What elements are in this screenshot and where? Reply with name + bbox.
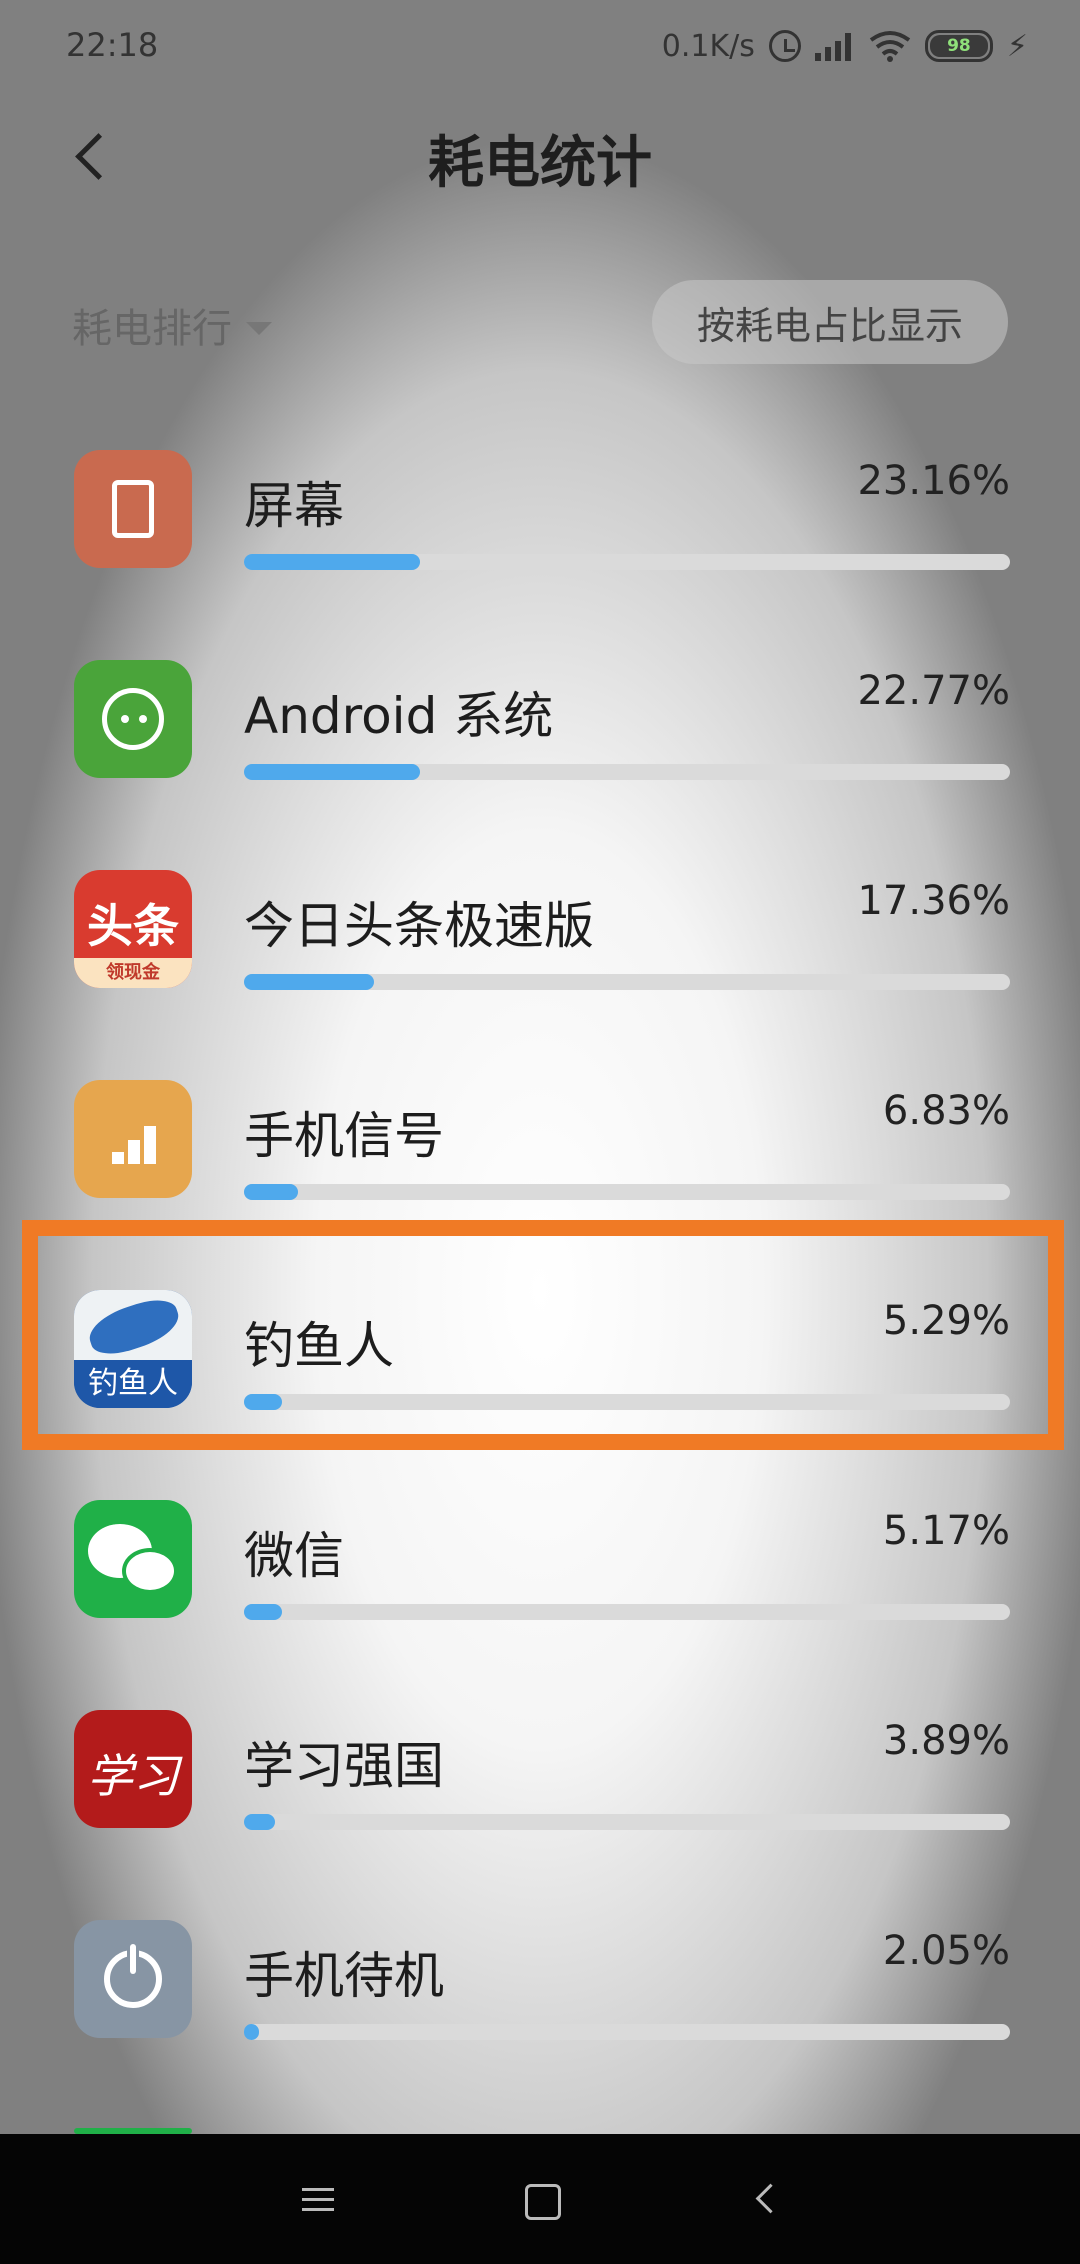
app-name: 屏幕 [244, 477, 344, 535]
usage-bar [244, 1814, 1010, 1830]
signal-icon [814, 31, 855, 61]
usage-bar-fill [244, 764, 420, 780]
toutiao-icon-text: 头条 [87, 899, 179, 953]
usage-percent: 2.05% [882, 1928, 1010, 1974]
network-speed: 0.1K/s [661, 28, 755, 64]
xuexi-icon: 学习 [74, 1710, 192, 1828]
xuexi-icon-text: 学习 [87, 1749, 179, 1803]
back-icon[interactable] [730, 2164, 800, 2234]
app-name: 今日头条极速版 [244, 897, 594, 955]
usage-row-screen[interactable]: 屏幕 23.16% [0, 450, 1080, 660]
usage-percent: 23.16% [857, 458, 1010, 504]
sort-dropdown-label: 耗电排行 [72, 306, 232, 352]
cellular-signal-icon [74, 1080, 192, 1198]
usage-bar [244, 1184, 1010, 1200]
battery-icon: 98 [924, 30, 993, 62]
charging-icon: ⚡ [1006, 28, 1028, 64]
screen-icon [74, 450, 192, 568]
app-name: 手机待机 [244, 1947, 444, 2005]
alarm-icon [768, 30, 801, 62]
wifi-icon [869, 31, 911, 62]
usage-bar-fill [244, 1814, 275, 1830]
chevron-down-icon [246, 321, 272, 335]
toutiao-icon-badge: 领现金 [74, 958, 192, 988]
usage-bar [244, 1604, 1010, 1620]
app-name: 手机信号 [244, 1107, 444, 1165]
app-name: 学习强国 [244, 1737, 444, 1795]
android-icon [74, 660, 192, 778]
usage-bar-fill [244, 2024, 259, 2040]
usage-bar [244, 554, 1010, 570]
usage-percent: 17.36% [857, 878, 1010, 924]
highlight-box [22, 1220, 1064, 1450]
usage-row-xuexi[interactable]: 学习 学习强国 3.89% [0, 1710, 1080, 1920]
menu-icon[interactable] [282, 2164, 352, 2234]
app-name: 微信 [244, 1527, 344, 1585]
sort-dropdown[interactable]: 耗电排行 [72, 296, 272, 354]
usage-bar-fill [244, 1184, 298, 1200]
toutiao-icon: 头条 领现金 [74, 870, 192, 988]
navigation-bar [0, 2134, 1080, 2264]
app-name: Android 系统 [244, 687, 554, 745]
usage-bar [244, 974, 1010, 990]
power-icon [74, 1920, 192, 2038]
usage-row-standby[interactable]: 手机待机 2.05% [0, 1920, 1080, 2130]
wechat-icon [74, 1500, 192, 1618]
usage-bar-fill [244, 974, 374, 990]
usage-percent: 22.77% [857, 668, 1010, 714]
status-icons: 0.1K/s 98 ⚡ [662, 24, 1028, 68]
status-time: 22:18 [66, 26, 159, 64]
usage-row-wechat[interactable]: 微信 5.17% [0, 1500, 1080, 1710]
usage-percent: 3.89% [882, 1718, 1010, 1764]
display-mode-button[interactable]: 按耗电占比显示 [652, 280, 1008, 364]
usage-bar [244, 764, 1010, 780]
usage-percent: 5.17% [882, 1508, 1010, 1554]
usage-bar [244, 2024, 1010, 2040]
page-title: 耗电统计 [428, 131, 652, 196]
usage-row-android[interactable]: Android 系统 22.77% [0, 660, 1080, 870]
usage-bar-fill [244, 554, 420, 570]
usage-row-toutiao[interactable]: 头条 领现金 今日头条极速版 17.36% [0, 870, 1080, 1080]
home-icon[interactable] [505, 2164, 575, 2234]
app-screen: 22:18 0.1K/s 98 ⚡ 耗电统计 耗电排行 按耗电占比显示 屏幕 2… [0, 0, 1080, 2134]
usage-bar-fill [244, 1604, 282, 1620]
battery-level: 98 [947, 35, 971, 56]
usage-percent: 6.83% [882, 1088, 1010, 1134]
status-bar: 22:18 0.1K/s 98 ⚡ [0, 0, 1080, 96]
